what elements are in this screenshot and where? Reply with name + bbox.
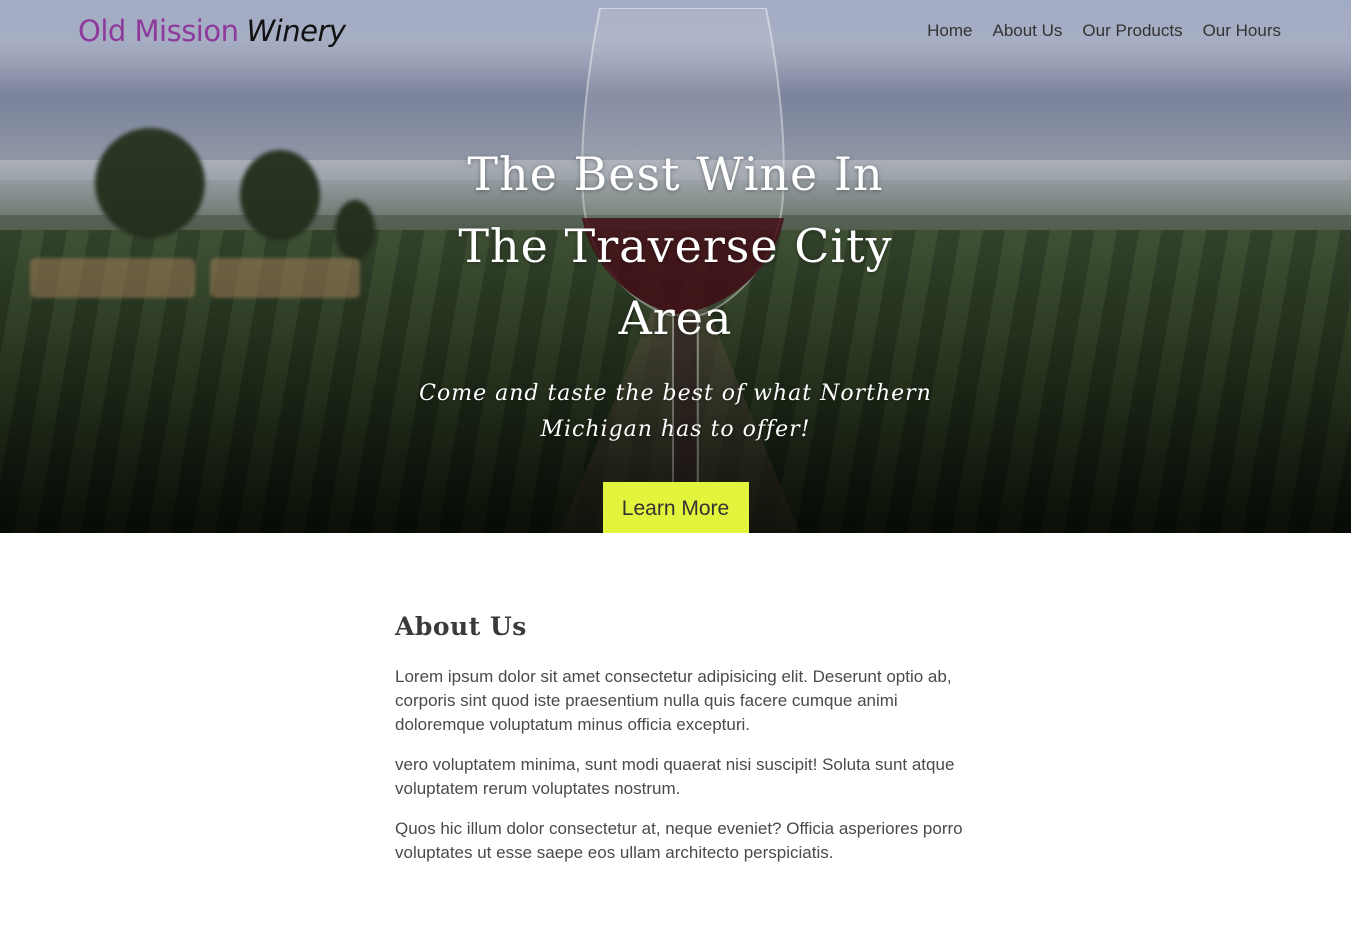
hero-title: The Best Wine In The Traverse City Area bbox=[458, 147, 893, 345]
brand-logo[interactable]: Old Mission Winery bbox=[78, 14, 346, 48]
about-heading: About Us bbox=[395, 612, 527, 641]
hero-section: Old Mission Winery Home About Us Our Prod… bbox=[0, 0, 1351, 533]
hero-subtitle: Come and taste the best of what Northern… bbox=[419, 381, 932, 442]
nav-item-home[interactable]: Home bbox=[917, 21, 982, 41]
nav-item-our-hours[interactable]: Our Hours bbox=[1193, 21, 1291, 41]
brand-name-part1: Old Mission bbox=[78, 14, 239, 48]
about-paragraph: Lorem ipsum dolor sit amet consectetur a… bbox=[395, 667, 952, 734]
nav-item-our-products[interactable]: Our Products bbox=[1072, 21, 1192, 41]
learn-more-button[interactable]: Learn More bbox=[602, 482, 749, 533]
about-paragraph: vero voluptatem minima, sunt modi quaera… bbox=[395, 755, 955, 798]
nav-menu: Home About Us Our Products Our Hours bbox=[917, 21, 1291, 41]
about-paragraph: Quos hic illum dolor consectetur at, neq… bbox=[395, 819, 963, 862]
brand-name-part2: Winery bbox=[246, 14, 347, 48]
hero-content: The Best Wine In The Traverse City Area … bbox=[0, 138, 1351, 533]
nav-item-about-us[interactable]: About Us bbox=[982, 21, 1072, 41]
navbar: Old Mission Winery Home About Us Our Prod… bbox=[0, 0, 1351, 62]
about-section: About Us Lorem ipsum dolor sit amet cons… bbox=[395, 612, 985, 881]
